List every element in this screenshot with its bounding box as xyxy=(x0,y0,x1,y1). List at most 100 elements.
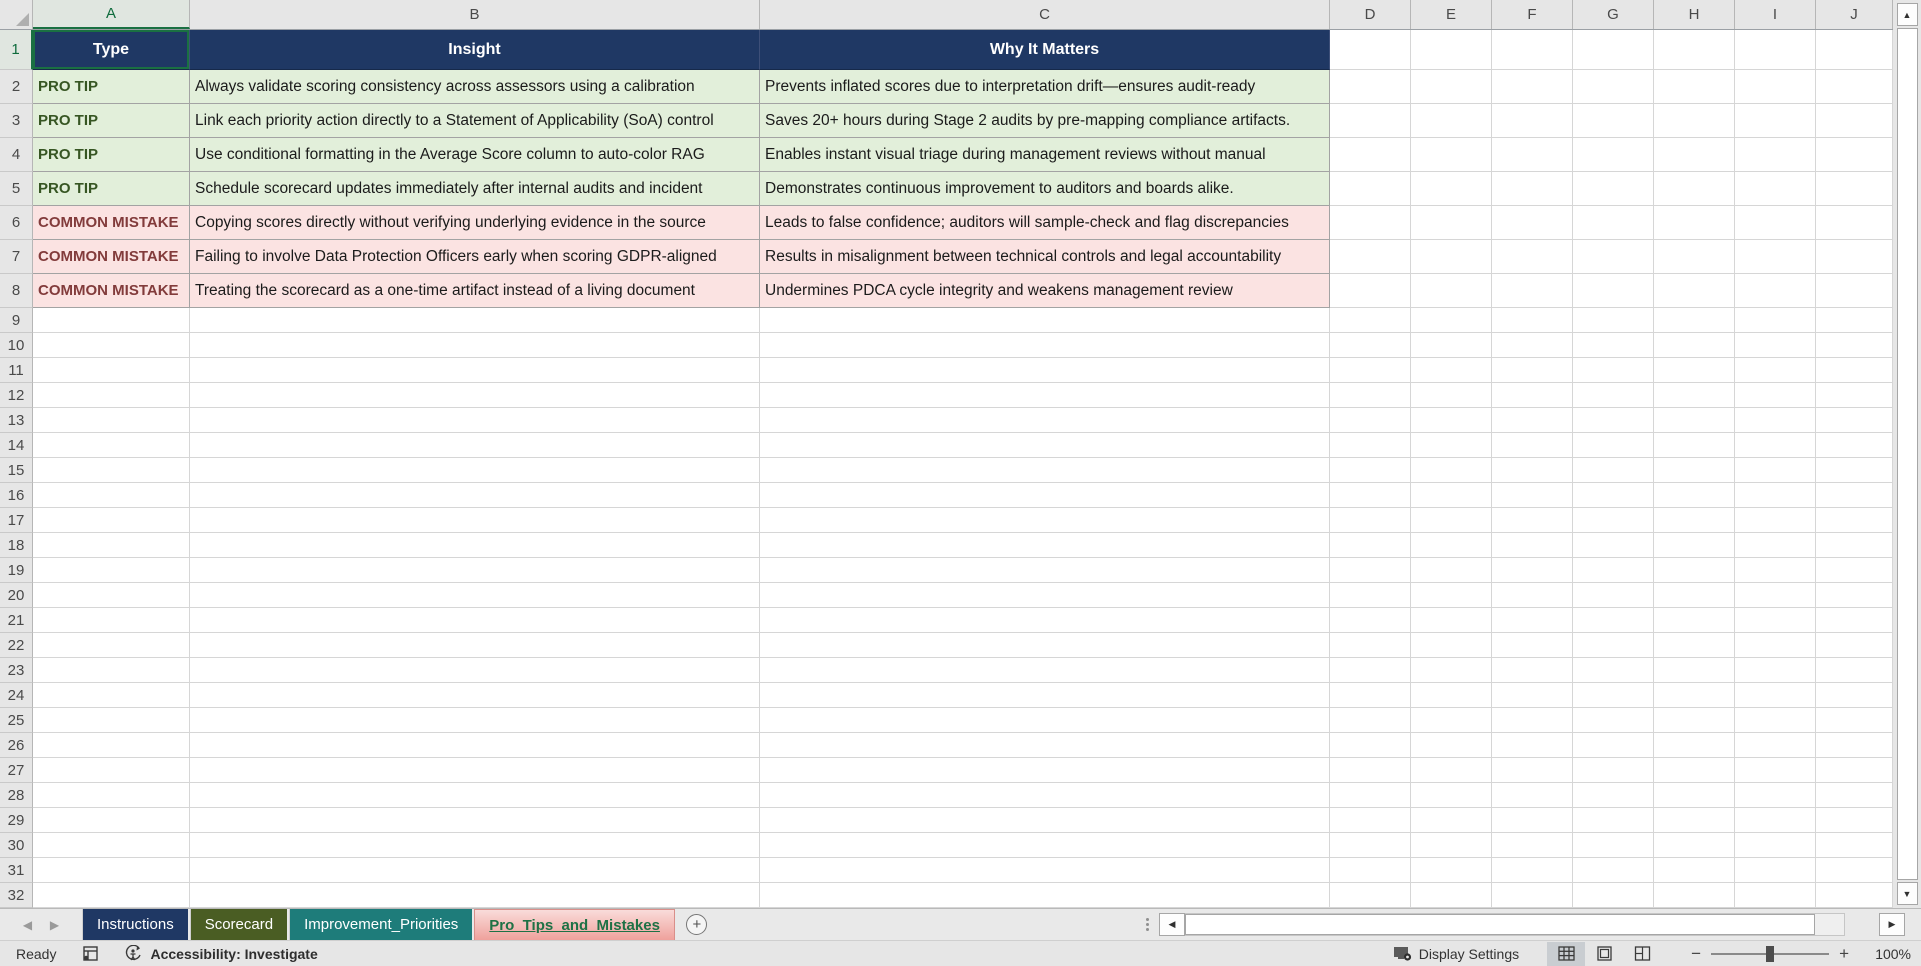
cell-G30[interactable] xyxy=(1573,833,1654,858)
cell-E21[interactable] xyxy=(1411,608,1492,633)
cell-A7[interactable]: COMMON MISTAKE xyxy=(33,240,190,274)
cell-A3[interactable]: PRO TIP xyxy=(33,104,190,138)
cell-F23[interactable] xyxy=(1492,658,1573,683)
column-header-B[interactable]: B xyxy=(190,0,760,29)
cell-H11[interactable] xyxy=(1654,358,1735,383)
cell-B14[interactable] xyxy=(190,433,760,458)
cell-I32[interactable] xyxy=(1735,883,1816,908)
scroll-down-icon[interactable]: ▼ xyxy=(1896,882,1918,905)
cell-G17[interactable] xyxy=(1573,508,1654,533)
row-header-5[interactable]: 5 xyxy=(0,172,33,206)
cell-F4[interactable] xyxy=(1492,138,1573,172)
cell-H32[interactable] xyxy=(1654,883,1735,908)
cell-I12[interactable] xyxy=(1735,383,1816,408)
cell-J18[interactable] xyxy=(1816,533,1893,558)
vertical-scroll-thumb[interactable] xyxy=(1896,28,1918,880)
cell-E32[interactable] xyxy=(1411,883,1492,908)
cell-A17[interactable] xyxy=(33,508,190,533)
cell-D21[interactable] xyxy=(1330,608,1411,633)
row-header-16[interactable]: 16 xyxy=(0,483,33,508)
cell-D4[interactable] xyxy=(1330,138,1411,172)
cell-H17[interactable] xyxy=(1654,508,1735,533)
cell-J15[interactable] xyxy=(1816,458,1893,483)
cell-H31[interactable] xyxy=(1654,858,1735,883)
cell-F26[interactable] xyxy=(1492,733,1573,758)
cell-J22[interactable] xyxy=(1816,633,1893,658)
cell-E19[interactable] xyxy=(1411,558,1492,583)
row-header-26[interactable]: 26 xyxy=(0,733,33,758)
cell-A6[interactable]: COMMON MISTAKE xyxy=(33,206,190,240)
cell-J27[interactable] xyxy=(1816,758,1893,783)
row-header-14[interactable]: 14 xyxy=(0,433,33,458)
cell-A1[interactable]: Type xyxy=(33,30,190,70)
cell-G24[interactable] xyxy=(1573,683,1654,708)
cell-A19[interactable] xyxy=(33,558,190,583)
cell-J10[interactable] xyxy=(1816,333,1893,358)
sheet-nav-left-icon[interactable]: ◀ xyxy=(23,918,32,932)
cell-F24[interactable] xyxy=(1492,683,1573,708)
cell-I5[interactable] xyxy=(1735,172,1816,206)
cell-E7[interactable] xyxy=(1411,240,1492,274)
cell-H27[interactable] xyxy=(1654,758,1735,783)
cell-C32[interactable] xyxy=(760,883,1330,908)
cell-I23[interactable] xyxy=(1735,658,1816,683)
cell-J28[interactable] xyxy=(1816,783,1893,808)
cell-C6[interactable]: Leads to false confidence; auditors will… xyxy=(760,206,1330,240)
cell-B22[interactable] xyxy=(190,633,760,658)
cell-D15[interactable] xyxy=(1330,458,1411,483)
cell-F25[interactable] xyxy=(1492,708,1573,733)
cell-F8[interactable] xyxy=(1492,274,1573,308)
zoom-out-button[interactable]: − xyxy=(1681,944,1711,964)
cell-F27[interactable] xyxy=(1492,758,1573,783)
cell-E12[interactable] xyxy=(1411,383,1492,408)
cell-G32[interactable] xyxy=(1573,883,1654,908)
cell-E28[interactable] xyxy=(1411,783,1492,808)
cell-I7[interactable] xyxy=(1735,240,1816,274)
cell-A24[interactable] xyxy=(33,683,190,708)
cell-G9[interactable] xyxy=(1573,308,1654,333)
column-header-D[interactable]: D xyxy=(1330,0,1411,29)
row-header-3[interactable]: 3 xyxy=(0,104,33,138)
column-header-G[interactable]: G xyxy=(1573,0,1654,29)
cell-I28[interactable] xyxy=(1735,783,1816,808)
cell-C27[interactable] xyxy=(760,758,1330,783)
cell-B24[interactable] xyxy=(190,683,760,708)
cell-F6[interactable] xyxy=(1492,206,1573,240)
cell-C2[interactable]: Prevents inflated scores due to interpre… xyxy=(760,70,1330,104)
cell-B6[interactable]: Copying scores directly without verifyin… xyxy=(190,206,760,240)
cell-B18[interactable] xyxy=(190,533,760,558)
sheet-tab-scorecard[interactable]: Scorecard xyxy=(189,909,288,940)
cell-G12[interactable] xyxy=(1573,383,1654,408)
cell-E11[interactable] xyxy=(1411,358,1492,383)
cell-G20[interactable] xyxy=(1573,583,1654,608)
cell-H4[interactable] xyxy=(1654,138,1735,172)
cell-J5[interactable] xyxy=(1816,172,1893,206)
cell-C23[interactable] xyxy=(760,658,1330,683)
cell-B15[interactable] xyxy=(190,458,760,483)
cell-J13[interactable] xyxy=(1816,408,1893,433)
row-header-29[interactable]: 29 xyxy=(0,808,33,833)
column-header-E[interactable]: E xyxy=(1411,0,1492,29)
cell-D26[interactable] xyxy=(1330,733,1411,758)
cell-J30[interactable] xyxy=(1816,833,1893,858)
row-header-23[interactable]: 23 xyxy=(0,658,33,683)
cell-F20[interactable] xyxy=(1492,583,1573,608)
cell-J6[interactable] xyxy=(1816,206,1893,240)
cell-H18[interactable] xyxy=(1654,533,1735,558)
cell-G6[interactable] xyxy=(1573,206,1654,240)
cell-I10[interactable] xyxy=(1735,333,1816,358)
cell-H20[interactable] xyxy=(1654,583,1735,608)
cell-H8[interactable] xyxy=(1654,274,1735,308)
cell-F7[interactable] xyxy=(1492,240,1573,274)
cell-G11[interactable] xyxy=(1573,358,1654,383)
cell-G31[interactable] xyxy=(1573,858,1654,883)
cell-D5[interactable] xyxy=(1330,172,1411,206)
sheet-tab-instructions[interactable]: Instructions xyxy=(82,909,188,940)
column-header-A[interactable]: A xyxy=(33,0,190,29)
cell-A5[interactable]: PRO TIP xyxy=(33,172,190,206)
cell-C11[interactable] xyxy=(760,358,1330,383)
cell-B12[interactable] xyxy=(190,383,760,408)
cell-B16[interactable] xyxy=(190,483,760,508)
cell-D19[interactable] xyxy=(1330,558,1411,583)
cell-A14[interactable] xyxy=(33,433,190,458)
